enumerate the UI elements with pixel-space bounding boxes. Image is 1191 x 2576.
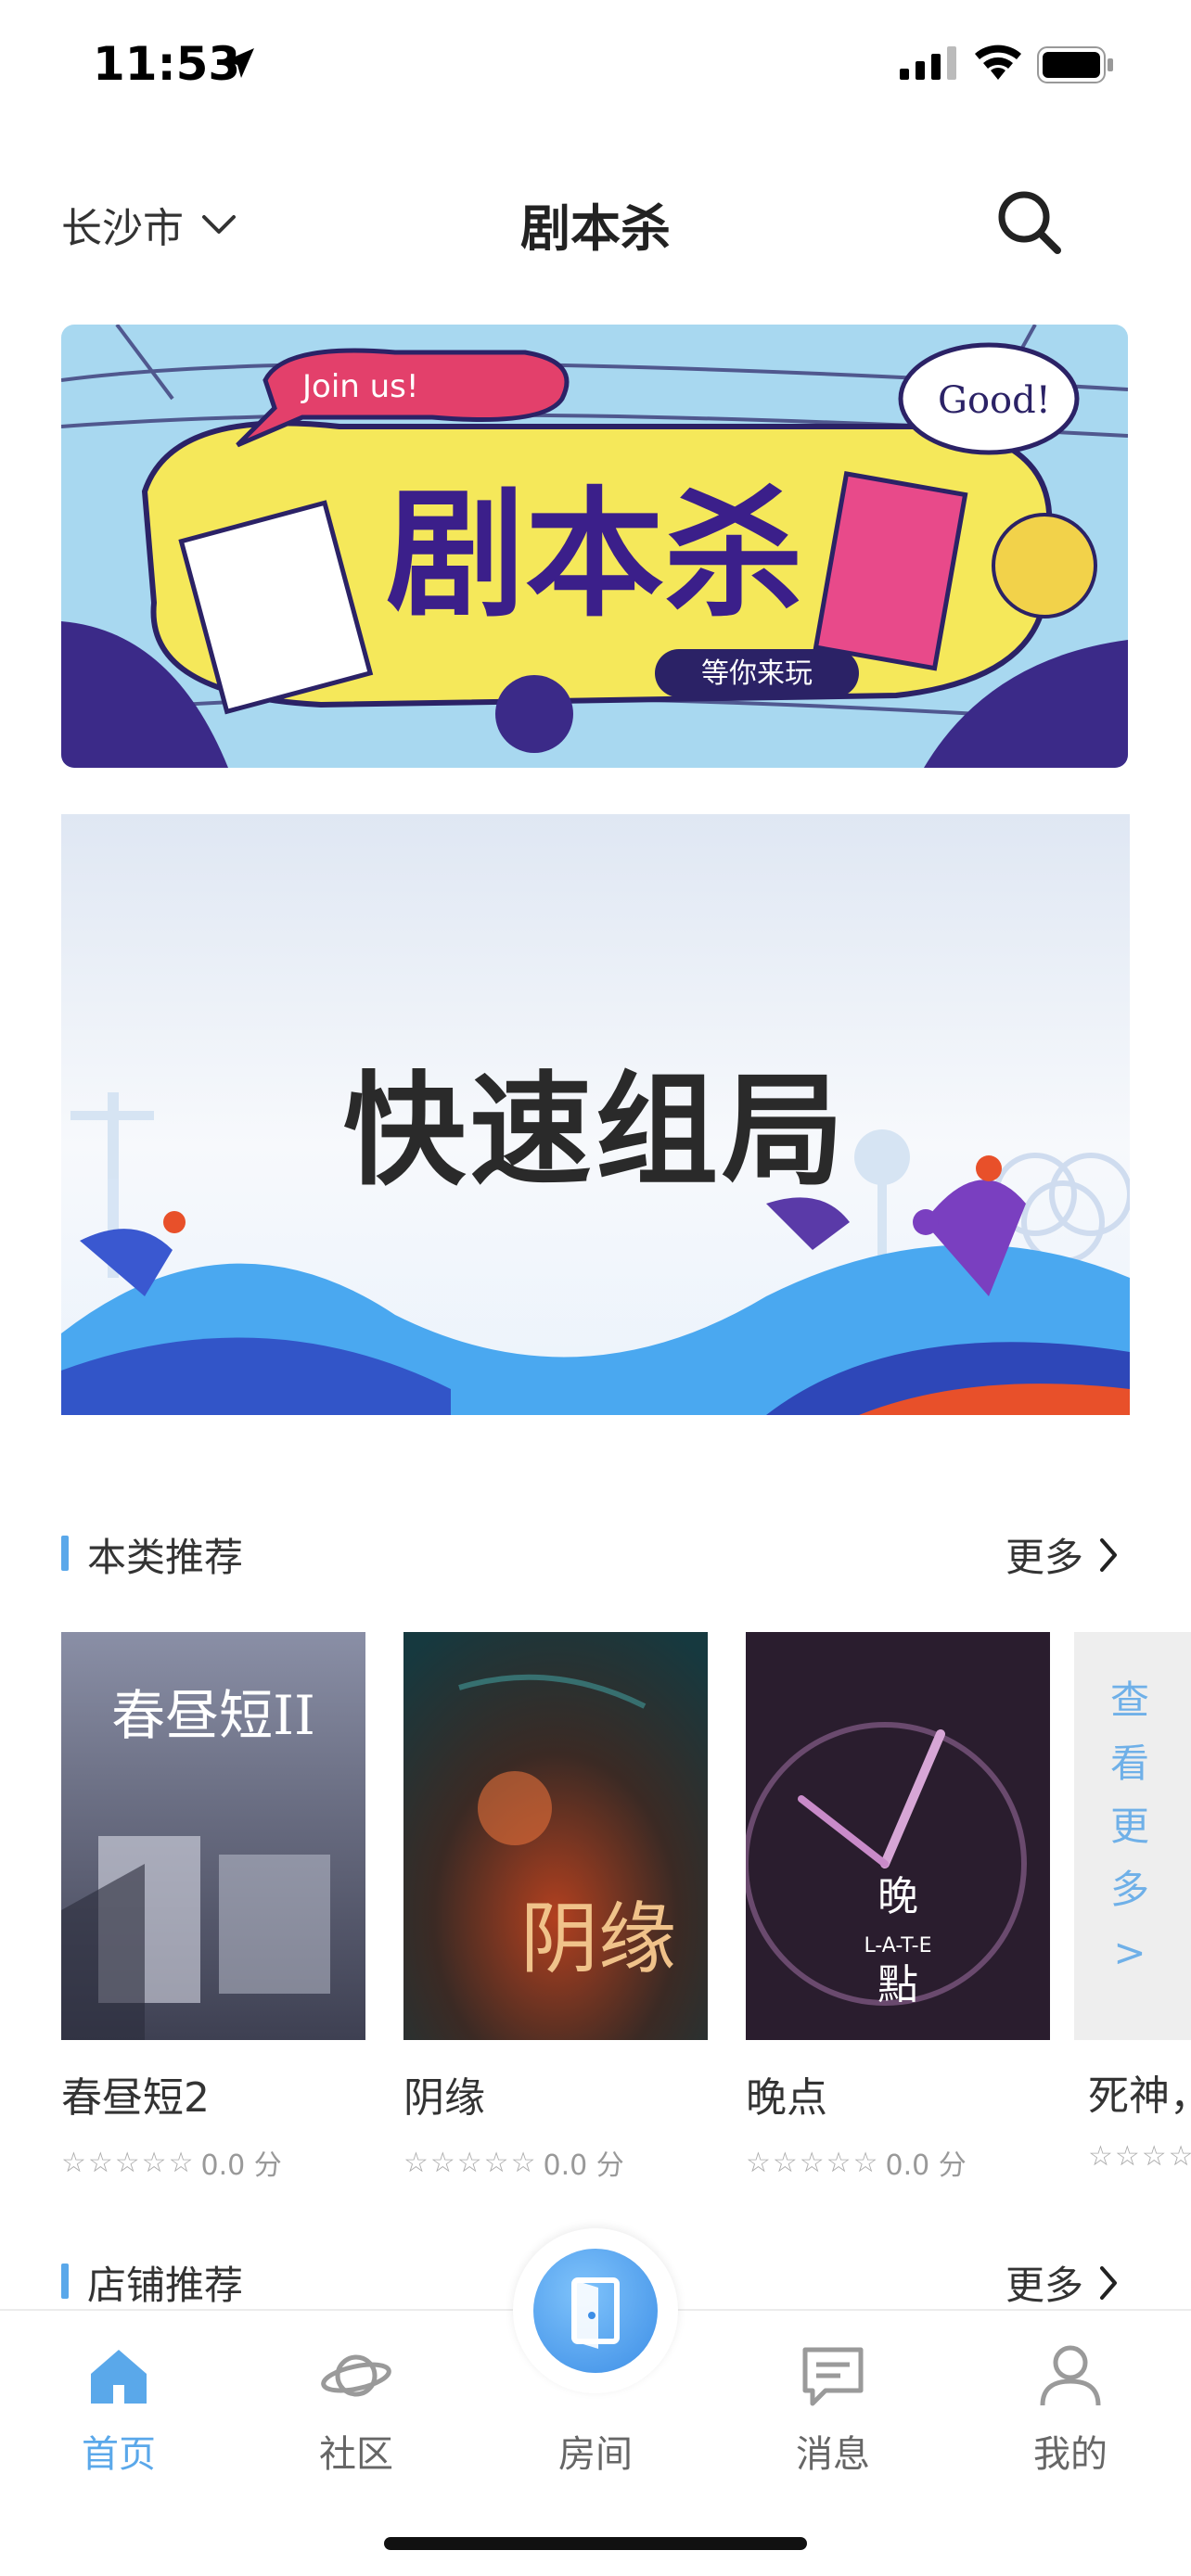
- door-icon: [571, 2277, 620, 2349]
- svg-text:點: 點: [877, 1961, 918, 2009]
- more-label: 更多: [1005, 2263, 1083, 2308]
- home-icon: [91, 2350, 147, 2404]
- recommend-section-header: 本类推荐 更多: [61, 1521, 1128, 1586]
- script-card-partial[interactable]: 死神， ☆☆☆☆☆: [1088, 2062, 1191, 2173]
- poster-text: 阴缘: [520, 1894, 676, 1984]
- battery-icon: [1037, 46, 1113, 83]
- section-title: 本类推荐: [87, 1535, 244, 1580]
- script-poster: 春昼短II: [61, 1632, 365, 2040]
- location-arrow-icon: [224, 48, 254, 78]
- script-rating: ☆☆☆☆☆ 0.0 分: [61, 2142, 365, 2183]
- script-card[interactable]: 阴缘 阴缘 ☆☆☆☆☆ 0.0 分: [403, 1632, 708, 2183]
- tab-messages[interactable]: 消息: [740, 2339, 926, 2478]
- tab-label: 社区: [319, 2433, 393, 2476]
- more-label: 更多: [1005, 1535, 1083, 1580]
- star-rating-icon: ☆☆☆☆☆: [1088, 2140, 1191, 2173]
- recommend-card-list: 春昼短II 春昼短2 ☆☆☆☆☆ 0.0 分 阴缘 阴缘 ☆☆☆☆☆ 0.0 分: [61, 1632, 1191, 2188]
- section-accent-bar: [61, 2264, 69, 2299]
- banner-subline: 等你来玩: [701, 657, 813, 690]
- recommend-more-link[interactable]: 更多: [1005, 1526, 1119, 1583]
- rating-score: 0.0 分: [200, 2149, 282, 2182]
- banner-illustration: Join us! Good! 剧本杀 等你来玩: [61, 325, 1128, 768]
- rating-score: 0.0 分: [543, 2149, 624, 2182]
- status-bar: 11:53: [0, 0, 1191, 139]
- tab-home[interactable]: 首页: [26, 2339, 211, 2478]
- star-rating-icon: ☆☆☆☆☆: [746, 2146, 880, 2179]
- script-title: 死神，: [1088, 2072, 1191, 2120]
- tab-label: 首页: [82, 2433, 156, 2476]
- chevron-right-icon: [1100, 1537, 1117, 1572]
- status-time: 11:53: [93, 37, 241, 91]
- script-title: 阴缘: [403, 2074, 485, 2122]
- chevron-right-icon: [1100, 2265, 1117, 2300]
- svg-text:晚: 晚: [877, 1873, 918, 1920]
- tab-community[interactable]: 社区: [263, 2339, 449, 2478]
- star-rating-icon: ☆☆☆☆☆: [61, 2146, 196, 2179]
- quick-match-banner[interactable]: 快速组局: [61, 814, 1130, 1415]
- search-icon[interactable]: [992, 185, 1067, 260]
- user-icon: [1040, 2345, 1101, 2406]
- room-fab-button[interactable]: [513, 2228, 678, 2393]
- rating-score: 0.0 分: [885, 2149, 967, 2182]
- shop-more-link[interactable]: 更多: [1005, 2254, 1119, 2311]
- svg-text:L-A-T-E: L-A-T-E: [864, 1934, 931, 1958]
- room-fab-inner: [533, 2249, 658, 2373]
- banner-headline: 剧本杀: [386, 475, 803, 636]
- cellular-signal-icon: [900, 46, 956, 80]
- script-poster: 阴缘: [403, 1632, 708, 2040]
- script-title: 晚点: [746, 2074, 827, 2122]
- tab-profile[interactable]: 我的: [978, 2339, 1163, 2478]
- tab-label: 消息: [796, 2433, 870, 2476]
- script-kill-banner[interactable]: Join us! Good! 剧本杀 等你来玩: [61, 325, 1128, 768]
- see-more-label: 查看更多>: [1109, 1677, 1149, 1975]
- message-icon: [802, 2347, 864, 2406]
- poster-text: 春昼短II: [111, 1684, 315, 1747]
- script-rating: ☆☆☆☆☆ 0.0 分: [746, 2142, 1050, 2183]
- script-rating: ☆☆☆☆☆ 0.0 分: [403, 2142, 708, 2183]
- star-rating-icon: ☆☆☆☆☆: [403, 2146, 538, 2179]
- script-card[interactable]: 春昼短II 春昼短2 ☆☆☆☆☆ 0.0 分: [61, 1632, 365, 2183]
- section-title: 店铺推荐: [87, 2263, 244, 2308]
- script-poster: 晚 L-A-T-E 點: [746, 1632, 1050, 2040]
- see-more-tile[interactable]: 查看更多>: [1074, 1632, 1191, 2040]
- quick-match-title: 快速组局: [343, 1060, 848, 1203]
- script-card[interactable]: 晚 L-A-T-E 點 晚点 ☆☆☆☆☆ 0.0 分: [746, 1632, 1050, 2183]
- script-title: 春昼短2: [61, 2074, 210, 2122]
- good-bubble-text: Good!: [938, 379, 1051, 422]
- nav-bar: 长沙市 剧本杀: [0, 167, 1191, 278]
- home-indicator: [384, 2537, 807, 2550]
- script-rating: ☆☆☆☆☆: [1088, 2140, 1191, 2173]
- join-us-text: Join us!: [301, 368, 419, 405]
- wifi-icon: [975, 45, 1021, 80]
- tab-label: 我的: [1033, 2433, 1108, 2476]
- tab-label: 房间: [558, 2433, 633, 2476]
- planet-icon: [321, 2354, 391, 2397]
- section-accent-bar: [61, 1536, 69, 1571]
